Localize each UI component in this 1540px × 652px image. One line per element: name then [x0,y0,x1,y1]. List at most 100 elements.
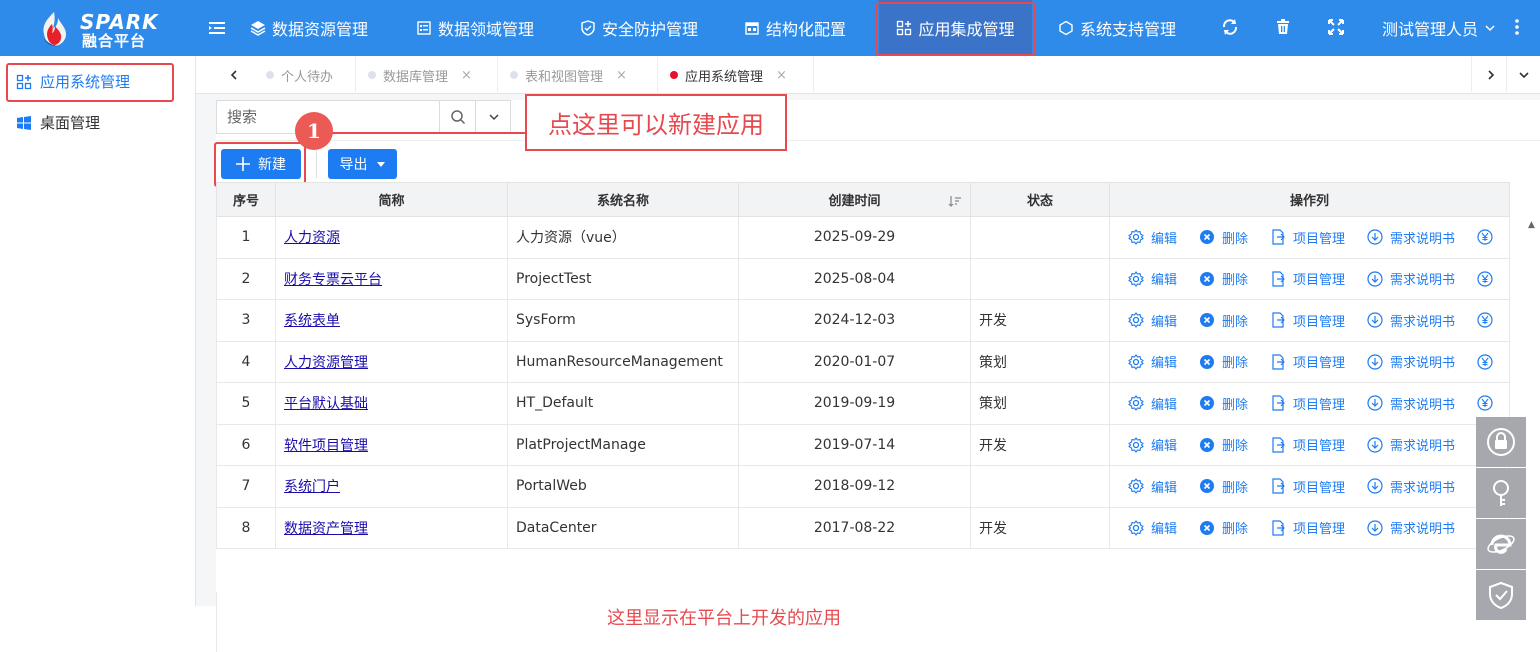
payment-button[interactable] [1477,271,1493,287]
cell-no: 2 [216,257,276,300]
requirements-doc-button[interactable]: 需求说明书 [1367,352,1455,371]
app-link[interactable]: 数据资产管理 [284,521,368,537]
action-label: 编辑 [1151,273,1178,289]
column-header-created[interactable]: 创建时间 [738,182,971,217]
edit-button[interactable]: 编辑 [1128,435,1177,454]
requirements-doc-button[interactable]: 需求说明书 [1367,228,1455,247]
requirements-doc-button[interactable]: 需求说明书 [1367,311,1455,330]
close-icon[interactable]: × [461,68,472,83]
app-link[interactable]: 财务专票云平台 [284,272,382,288]
float-security-button[interactable] [1476,570,1526,620]
nav-system-support[interactable]: 系统支持管理 [1058,0,1176,56]
app-link[interactable]: 系统门户 [284,479,340,495]
delete-button[interactable]: 删除 [1199,228,1248,247]
project-mgmt-button[interactable]: 项目管理 [1270,269,1345,288]
nav-label: 安全防护管理 [602,20,699,39]
action-label: 编辑 [1151,314,1178,330]
edit-button[interactable]: 编辑 [1128,477,1177,496]
nav-label: 数据领域管理 [438,20,535,39]
action-label: 删除 [1222,356,1249,372]
column-header-system-name[interactable]: 系统名称 [507,182,739,217]
project-mgmt-button[interactable]: 项目管理 [1270,394,1345,413]
app-link[interactable]: 平台默认基础 [284,396,368,412]
project-mgmt-button[interactable]: 项目管理 [1270,435,1345,454]
payment-button[interactable] [1477,395,1493,411]
requirements-doc-button[interactable]: 需求说明书 [1367,435,1455,454]
user-menu[interactable]: 测试管理人员 [1382,0,1496,56]
delete-button[interactable]: 删除 [1199,311,1248,330]
tab-app-system-mgmt[interactable]: 应用系统管理 × [658,56,814,94]
app-link[interactable]: 系统表单 [284,313,340,329]
table-row[interactable]: 2 财务专票云平台 ProjectTest 2025-08-04 编辑 删除 项目管理 需求说… [216,257,1510,300]
delete-circle-icon [1200,437,1215,452]
requirements-doc-button[interactable]: 需求说明书 [1367,394,1455,413]
requirements-doc-button[interactable]: 需求说明书 [1367,518,1455,537]
table-row[interactable]: 8 数据资产管理 DataCenter 2017-08-22 开发 编辑 删除 项目管理 需求说… [216,506,1510,549]
tab-menu-dropdown[interactable] [1506,56,1540,94]
float-key-button[interactable] [1476,468,1526,518]
table-row[interactable]: 4 人力资源管理 HumanResourceManagement 2020-01-07… [216,340,1510,383]
close-icon[interactable]: × [776,68,787,83]
export-button[interactable]: 导出 [328,149,397,179]
sidebar-item-desktop[interactable]: 桌面管理 [16,112,100,133]
edit-button[interactable]: 编辑 [1128,269,1177,288]
app-link[interactable]: 人力资源管理 [284,355,368,371]
column-header-status[interactable]: 状态 [970,182,1110,217]
payment-button[interactable] [1477,354,1493,370]
menu-collapse-icon[interactable] [207,18,227,38]
close-icon[interactable]: × [616,68,627,83]
project-mgmt-button[interactable]: 项目管理 [1270,518,1345,537]
column-header-short-name[interactable]: 简称 [275,182,508,217]
requirements-doc-button[interactable]: 需求说明书 [1367,269,1455,288]
project-mgmt-button[interactable]: 项目管理 [1270,477,1345,496]
nav-security[interactable]: 安全防护管理 [580,0,698,56]
delete-button[interactable]: 删除 [1199,518,1248,537]
edit-button[interactable]: 编辑 [1128,228,1177,247]
scroll-up-arrow[interactable]: ▲ [1528,220,1535,230]
search-options-dropdown[interactable] [475,101,511,133]
float-browser-button[interactable] [1476,519,1526,569]
table-row[interactable]: 6 软件项目管理 PlatProjectManage 2019-07-14 开发 编辑 删除… [216,423,1510,466]
requirements-doc-button[interactable]: 需求说明书 [1367,477,1455,496]
payment-button[interactable] [1477,312,1493,328]
table-row[interactable]: 3 系统表单 SysForm 2024-12-03 开发 编辑 删除 项目管理 需求说明书 [216,299,1510,342]
project-mgmt-button[interactable]: 项目管理 [1270,311,1345,330]
delete-button[interactable]: 删除 [1199,394,1248,413]
float-lock-button[interactable] [1476,417,1526,467]
tab-scroll-left[interactable] [214,56,254,94]
edit-button[interactable]: 编辑 [1128,518,1177,537]
delete-button[interactable]: 删除 [1199,352,1248,371]
edit-button[interactable]: 编辑 [1128,394,1177,413]
tab-personal-todo[interactable]: 个人待办 [254,56,356,94]
refresh-icon[interactable] [1221,18,1239,36]
table-row[interactable]: 1 人力资源 人力资源（vue） 2025-09-29 编辑 删除 项目管理 需求说明书 [216,216,1510,259]
nav-data-resource[interactable]: 数据资源管理 [250,0,368,56]
trash-icon[interactable] [1274,18,1292,36]
nav-structured-config[interactable]: 结构化配置 [744,0,846,56]
app-link[interactable]: 人力资源 [284,230,340,246]
project-mgmt-button[interactable]: 项目管理 [1270,352,1345,371]
delete-button[interactable]: 删除 [1199,435,1248,454]
fullscreen-icon[interactable] [1327,18,1345,36]
column-header-no[interactable]: 序号 [216,182,276,217]
tab-database-mgmt[interactable]: 数据库管理 × [356,56,498,94]
edit-button[interactable]: 编辑 [1128,352,1177,371]
table-row[interactable]: 7 系统门户 PortalWeb 2018-09-12 编辑 删除 项目管理 需求说明书 [216,465,1510,508]
delete-button[interactable]: 删除 [1199,477,1248,496]
more-icon[interactable] [1511,18,1523,36]
tab-table-view-mgmt[interactable]: 表和视图管理 × [498,56,658,94]
cell-no: 6 [216,423,276,466]
chevron-down-icon [488,114,499,121]
sort-icon[interactable] [948,195,962,207]
search-button[interactable] [439,101,475,133]
delete-button[interactable]: 删除 [1199,269,1248,288]
logo[interactable]: SPARK 融合平台 [0,0,196,56]
nav-data-domain[interactable]: 数据领域管理 [416,0,534,56]
tab-scroll-right[interactable] [1471,56,1509,94]
edit-button[interactable]: 编辑 [1128,311,1177,330]
action-label: 项目管理 [1293,231,1346,247]
table-row[interactable]: 5 平台默认基础 HT_Default 2019-09-19 策划 编辑 删除 项目管理 需求说… [216,382,1510,425]
project-mgmt-button[interactable]: 项目管理 [1270,228,1345,247]
app-link[interactable]: 软件项目管理 [284,438,368,454]
payment-button[interactable] [1477,229,1493,245]
